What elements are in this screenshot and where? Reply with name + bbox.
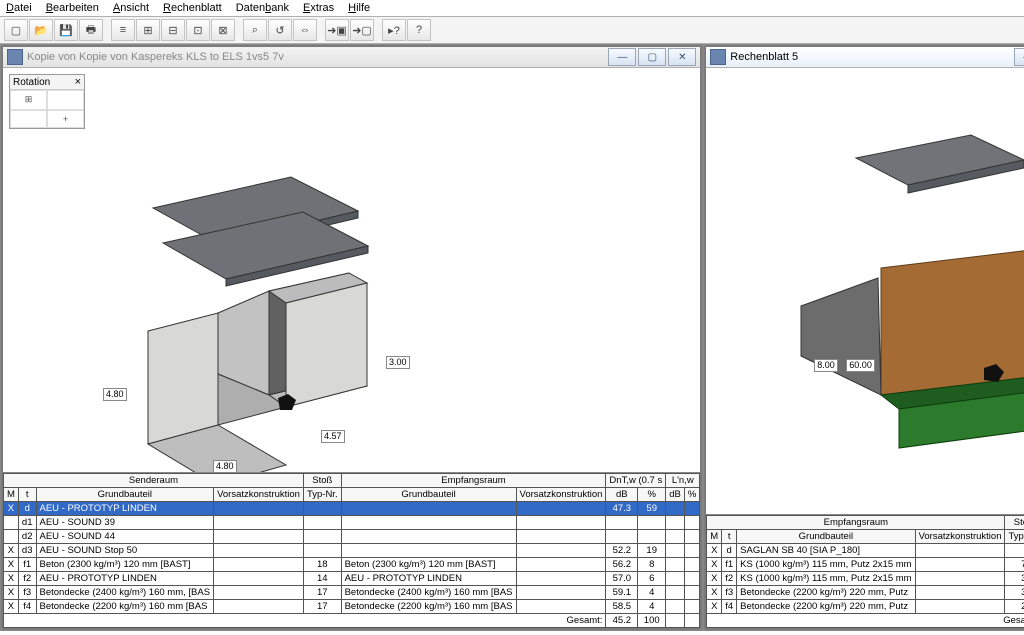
doc-icon (710, 49, 726, 65)
menu-bar: DDateiatei Bearbeiten Ansicht Rechenblat… (0, 0, 1024, 17)
menu-datei[interactable]: DDateiatei (6, 2, 32, 14)
menu-datenbank[interactable]: Datenbank (236, 2, 289, 14)
table-row[interactable]: Xf4Betondecke (2200 kg/m³) 160 mm [BAS17… (4, 600, 700, 614)
result-table-left: Senderaum Stoß Empfangsraum DnT,w (0.7 s… (3, 473, 700, 628)
menu-extras[interactable]: Extras (303, 2, 334, 14)
table-row[interactable]: XdAEU - PROTOTYP LINDEN47.359 (4, 502, 700, 516)
total-row: Gesamt: 45.2 100 (4, 614, 700, 628)
tb-layout3-icon[interactable]: ⊟ (161, 19, 185, 41)
menu-hilfe[interactable]: Hilfe (348, 2, 370, 14)
total-row: Gesamt: 37.0 100 (707, 614, 1024, 628)
table-row[interactable]: d1AEU - SOUND 39 (4, 516, 700, 530)
menu-bearbeiten[interactable]: Bearbeiten (46, 2, 99, 14)
tb-open-icon[interactable]: 📂 (29, 19, 53, 41)
tb-print-icon[interactable]: 🖶 (79, 19, 103, 41)
result-table-right: Empfangsraum Stoß R'45°,w + Ctr M t Grun… (706, 515, 1024, 628)
close-button[interactable]: ✕ (668, 48, 696, 66)
minimize-button[interactable]: — (608, 48, 636, 66)
tb-rotate-icon[interactable]: ↺ (268, 19, 292, 41)
tb-arrow-out-icon[interactable]: ➜▢ (350, 19, 374, 41)
model-right (706, 68, 1024, 514)
doc-window-left: Kopie von Kopie von Kaspereks KLS to ELS… (2, 46, 701, 629)
tb-layout2-icon[interactable]: ⊞ (136, 19, 160, 41)
menu-ansicht[interactable]: Ansicht (113, 2, 149, 14)
tb-new-icon[interactable]: ▢ (4, 19, 28, 41)
mdi-workspace: Kopie von Kopie von Kaspereks KLS to ELS… (0, 44, 1024, 631)
table-row[interactable]: d2AEU - SOUND 44 (4, 530, 700, 544)
minimize-button[interactable]: — (1014, 48, 1024, 66)
dim-b: 60.00 (846, 359, 875, 372)
dim-h: 3.00 (386, 356, 410, 369)
table-row[interactable]: Xf2AEU - PROTOTYP LINDEN14AEU - PROTOTYP… (4, 572, 700, 586)
tb-layout5-icon[interactable]: ⊠ (211, 19, 235, 41)
table-row[interactable]: Xf3Betondecke (2200 kg/m³) 220 mm, Putz3… (707, 586, 1024, 600)
data-table-right[interactable]: Empfangsraum Stoß R'45°,w + Ctr M t Grun… (706, 514, 1024, 628)
table-row[interactable]: XdSAGLAN SB 40 [SIA P_180]37.198 (707, 544, 1024, 558)
doc-window-right: Rechenblatt 5 — ▢ ✕ 8.0 (705, 46, 1024, 629)
table-row[interactable]: Xf1Beton (2300 kg/m³) 120 mm [BAST]18Bet… (4, 558, 700, 572)
table-row[interactable]: Xf2KS (1000 kg/m³) 115 mm, Putz 2x15 mm3… (707, 572, 1024, 586)
dim-w: 4.80 (103, 388, 127, 401)
tb-help-icon[interactable]: ? (407, 19, 431, 41)
window-title: Kopie von Kopie von Kaspereks KLS to ELS… (27, 51, 608, 63)
viewport-3d-left[interactable]: Rotation × ⊞ + (3, 68, 700, 472)
tb-layout1-icon[interactable]: ≡ (111, 19, 135, 41)
menu-rechenblatt[interactable]: Rechenblatt (163, 2, 222, 14)
dim-a: 8.00 (814, 359, 838, 372)
titlebar-right[interactable]: Rechenblatt 5 — ▢ ✕ (706, 47, 1024, 68)
table-row[interactable]: Xf3Betondecke (2400 kg/m³) 160 mm, [BAS1… (4, 586, 700, 600)
tb-fit-icon[interactable]: ⇔ (293, 19, 317, 41)
model-left (3, 68, 513, 472)
window-title: Rechenblatt 5 (730, 51, 1014, 63)
doc-icon (7, 49, 23, 65)
dim-r: 4.57 (321, 430, 345, 443)
tb-zoom-icon[interactable]: ⌕ (243, 19, 267, 41)
tb-save-icon[interactable]: 💾 (54, 19, 78, 41)
dim-d: 4.80 (213, 460, 237, 472)
table-row[interactable]: Xf1KS (1000 kg/m³) 115 mm, Putz 2x15 mm7… (707, 558, 1024, 572)
table-row[interactable]: Xd3AEU - SOUND Stop 5052.219 (4, 544, 700, 558)
tb-help-arrow-icon[interactable]: ▸? (382, 19, 406, 41)
data-table-left[interactable]: Senderaum Stoß Empfangsraum DnT,w (0.7 s… (3, 472, 700, 628)
toolbar: ▢ 📂 💾 🖶 ≡ ⊞ ⊟ ⊡ ⊠ ⌕ ↺ ⇔ ➜▣ ➜▢ ▸? ? (0, 17, 1024, 44)
titlebar-left[interactable]: Kopie von Kopie von Kaspereks KLS to ELS… (3, 47, 700, 68)
tb-arrow-in-icon[interactable]: ➜▣ (325, 19, 349, 41)
viewport-3d-right[interactable]: 8.00 60.00 6.00 3.00 (706, 68, 1024, 514)
table-row[interactable]: Xf4Betondecke (2200 kg/m³) 220 mm, Putz2… (707, 600, 1024, 614)
maximize-button[interactable]: ▢ (638, 48, 666, 66)
tb-layout4-icon[interactable]: ⊡ (186, 19, 210, 41)
